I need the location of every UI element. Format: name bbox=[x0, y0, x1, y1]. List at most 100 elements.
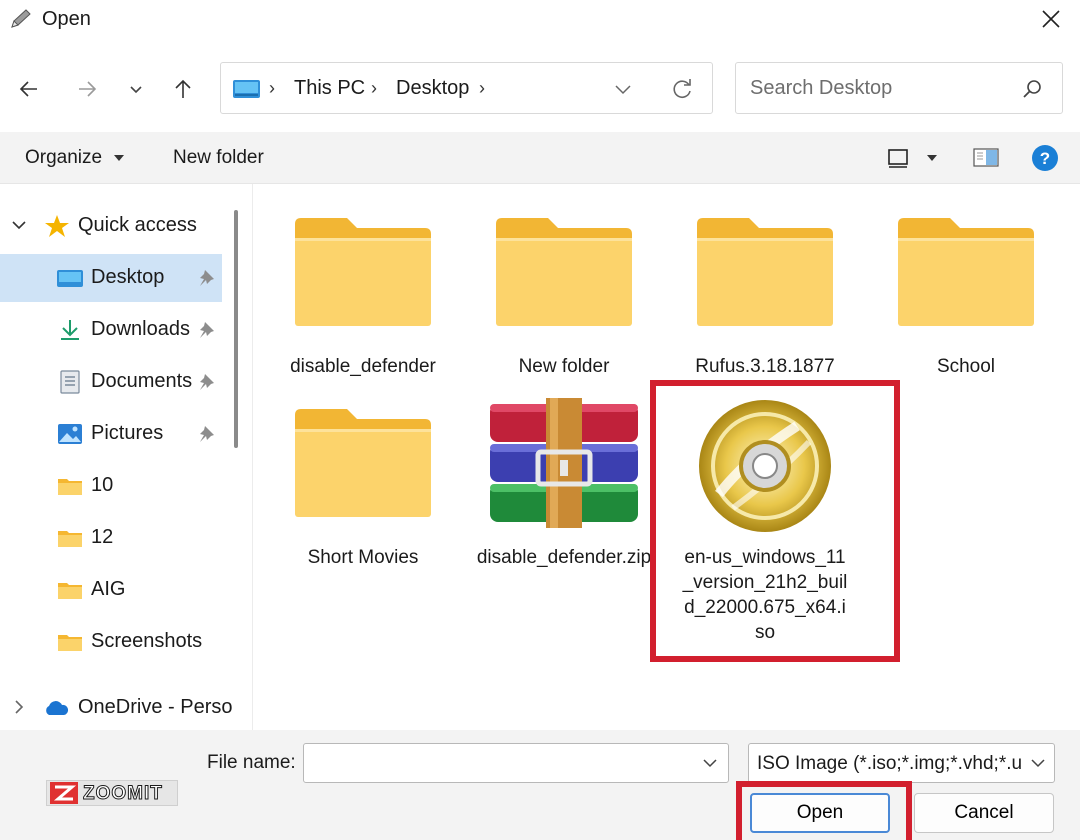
breadcrumb-this-pc[interactable]: This PC bbox=[294, 77, 365, 100]
pencil-icon bbox=[11, 9, 31, 28]
breadcrumb-separator: › bbox=[371, 78, 377, 98]
view-icon bbox=[888, 149, 908, 168]
organize-label: Organize bbox=[25, 147, 103, 168]
search-input[interactable]: Search Desktop bbox=[750, 77, 892, 100]
highlight-annotation bbox=[650, 380, 900, 662]
close-icon bbox=[1042, 10, 1060, 28]
sidebar-item-label: Downloads bbox=[91, 318, 190, 340]
sidebar-item-downloads[interactable]: Downloads bbox=[0, 306, 222, 354]
arrow-left-icon bbox=[19, 81, 37, 97]
file-name-field[interactable] bbox=[303, 743, 729, 783]
caret-down-icon bbox=[114, 155, 125, 161]
watermark-text: ZOOMIT bbox=[83, 783, 163, 805]
breadcrumb-separator: › bbox=[269, 78, 275, 98]
folder-icon bbox=[58, 635, 82, 651]
refresh-icon[interactable] bbox=[669, 76, 695, 102]
breadcrumb-separator: › bbox=[479, 78, 485, 98]
svg-text:?: ? bbox=[1040, 149, 1050, 168]
view-options-button[interactable] bbox=[918, 144, 946, 172]
forward-button[interactable] bbox=[70, 72, 104, 106]
file-name: disable_defender bbox=[290, 356, 436, 377]
file-name: School bbox=[936, 356, 996, 377]
folder-icon bbox=[295, 218, 431, 326]
address-dropdown-icon[interactable] bbox=[611, 77, 635, 101]
close-button[interactable] bbox=[1036, 4, 1066, 34]
chevron-down-icon bbox=[130, 86, 142, 94]
zoomit-logo-icon bbox=[50, 782, 78, 804]
chevron-down-icon[interactable] bbox=[700, 753, 720, 773]
chevron-down-icon[interactable] bbox=[1028, 753, 1048, 773]
sidebar-item-label: Desktop bbox=[91, 266, 165, 288]
sidebar-item-label: 10 bbox=[91, 474, 114, 496]
file-type-value: ISO Image (*.iso;*.img;*.vhd;*.u bbox=[757, 753, 1023, 774]
folder-icon bbox=[295, 409, 431, 517]
chevron-right-icon[interactable] bbox=[10, 698, 28, 716]
cloud-icon bbox=[46, 701, 69, 715]
change-view-button[interactable] bbox=[884, 144, 912, 172]
folder-icon bbox=[697, 218, 833, 326]
help-icon: ? bbox=[1032, 145, 1058, 171]
search-box[interactable]: Search Desktop bbox=[735, 62, 1063, 114]
address-bar[interactable]: › This PC › Desktop › bbox=[220, 62, 713, 114]
folder-icon bbox=[58, 479, 82, 495]
sidebar-item-label: Pictures bbox=[91, 422, 164, 444]
download-icon bbox=[61, 320, 79, 340]
sidebar-item-label: 12 bbox=[91, 526, 114, 548]
new-folder-button[interactable]: New folder bbox=[173, 147, 264, 169]
file-name: disable_defender.zip bbox=[476, 547, 652, 568]
sidebar-item-12[interactable]: 12 bbox=[0, 514, 222, 562]
window-title: Open bbox=[42, 8, 91, 30]
chevron-down-icon[interactable] bbox=[10, 216, 28, 234]
sidebar-item-desktop[interactable]: Desktop bbox=[0, 254, 222, 302]
sidebar-item-quick-access[interactable]: Quick access bbox=[0, 202, 222, 250]
highlight-annotation bbox=[736, 781, 912, 840]
sidebar-item-documents[interactable]: Documents bbox=[0, 358, 222, 406]
sidebar-scrollbar[interactable] bbox=[234, 210, 238, 448]
winrar-archive-icon bbox=[490, 398, 638, 528]
help-button[interactable]: ? bbox=[1031, 144, 1059, 172]
desktop-icon bbox=[57, 270, 83, 287]
folder-icon bbox=[58, 531, 82, 547]
folder-icon bbox=[898, 218, 1034, 326]
breadcrumb-desktop[interactable]: Desktop bbox=[396, 77, 469, 100]
sidebar-item-label: AIG bbox=[91, 578, 126, 600]
arrow-right-icon bbox=[79, 81, 97, 97]
sidebar-item-aig[interactable]: AIG bbox=[0, 566, 222, 614]
sidebar-item-label: Quick access bbox=[78, 214, 197, 236]
arrow-up-icon bbox=[175, 79, 191, 98]
file-name: Short Movies bbox=[307, 547, 419, 568]
navigation-pane: Quick access Desktop Downloads Documents bbox=[0, 184, 242, 730]
file-name: New folder bbox=[518, 356, 610, 377]
document-icon bbox=[60, 370, 80, 394]
command-bar: Organize New folder ? bbox=[0, 132, 1080, 184]
sidebar-item-10[interactable]: 10 bbox=[0, 462, 222, 510]
recent-locations-button[interactable] bbox=[119, 72, 153, 106]
caret-down-icon bbox=[927, 155, 937, 161]
file-name-label: File name: bbox=[207, 752, 296, 773]
cancel-button[interactable]: Cancel bbox=[914, 793, 1054, 833]
title-bar: Open bbox=[0, 0, 1080, 38]
sidebar-item-label: Screenshots bbox=[91, 630, 203, 652]
pin-icon[interactable] bbox=[198, 320, 216, 340]
sidebar-item-label: Documents bbox=[91, 370, 193, 392]
star-icon bbox=[45, 215, 69, 237]
search-icon bbox=[1023, 80, 1041, 98]
sidebar-item-label: OneDrive - Perso bbox=[78, 696, 233, 718]
watermark-logo: ZOOMIT bbox=[46, 780, 178, 806]
file-name: Rufus.3.18.1877 bbox=[695, 356, 835, 377]
pin-icon[interactable] bbox=[198, 372, 216, 392]
up-button[interactable] bbox=[166, 72, 200, 106]
sidebar-item-onedrive[interactable]: OneDrive - Perso bbox=[0, 684, 233, 732]
folder-icon bbox=[496, 218, 632, 326]
sidebar-item-pictures[interactable]: Pictures bbox=[0, 410, 222, 458]
file-type-select[interactable]: ISO Image (*.iso;*.img;*.vhd;*.u bbox=[748, 743, 1055, 783]
preview-pane-button[interactable] bbox=[972, 144, 1000, 172]
back-button[interactable] bbox=[12, 72, 46, 106]
organize-button[interactable]: Organize bbox=[25, 147, 125, 169]
pin-icon[interactable] bbox=[198, 268, 216, 288]
folder-icon bbox=[58, 583, 82, 599]
preview-pane-icon bbox=[973, 148, 999, 167]
pictures-icon bbox=[58, 424, 82, 444]
sidebar-item-screenshots[interactable]: Screenshots bbox=[0, 618, 222, 666]
pin-icon[interactable] bbox=[198, 424, 216, 444]
